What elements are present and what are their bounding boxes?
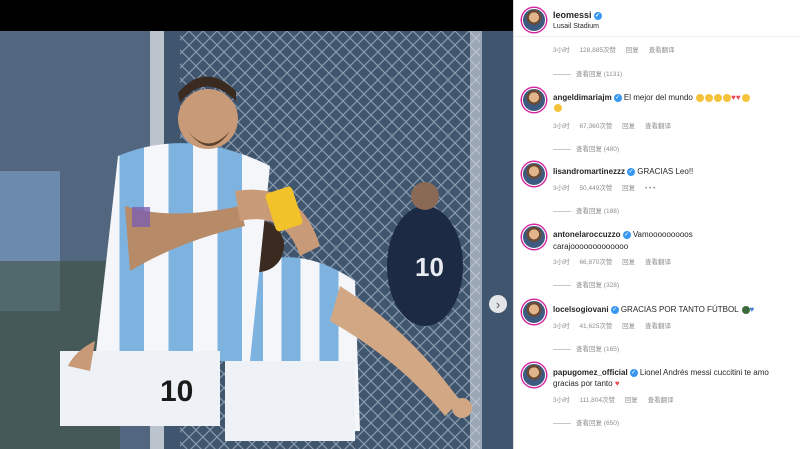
svg-text:10: 10	[160, 375, 193, 408]
view-replies-button[interactable]: 查看回复 (188)	[553, 205, 619, 215]
verified-badge-icon: ✓	[622, 230, 631, 239]
translate-button[interactable]: 查看翻译	[648, 397, 674, 404]
author-username[interactable]: leomessi	[553, 10, 592, 20]
reply-button[interactable]: 回复	[625, 397, 638, 404]
view-replies-button[interactable]: 查看回复 (328)	[553, 279, 619, 289]
comments-panel: leomessi ✓ Lusail Stadium 3小时 128,885次赞 回…	[514, 0, 800, 449]
verified-badge-icon: ✓	[629, 368, 638, 377]
comment-meta: 3小时 41,625次赞 回复 查看翻译	[553, 320, 679, 330]
post-time: 3小时	[553, 47, 570, 54]
view-replies-button[interactable]: 查看回复 (165)	[553, 343, 619, 353]
emoji-sequence: ♥	[741, 305, 754, 314]
verified-badge-icon: ✓	[613, 93, 622, 102]
comment-username[interactable]: papugomez_official	[553, 368, 628, 377]
comment-time: 3小时	[553, 185, 570, 192]
comment-meta: 3小时 50,449次赞 回复 • • •	[553, 182, 663, 192]
top-black-bar	[0, 0, 513, 31]
comment-avatar[interactable]	[522, 300, 546, 324]
comment-time: 3小时	[553, 397, 570, 404]
comment-time: 3小时	[553, 259, 570, 266]
view-replies-button[interactable]: 查看回复 (650)	[553, 417, 619, 427]
comment-time: 3小时	[553, 323, 570, 330]
comment-username[interactable]: locelsogiovani	[553, 305, 609, 314]
chevron-right-icon: ›	[495, 296, 501, 312]
post-header: leomessi ✓ Lusail Stadium	[514, 0, 800, 37]
translate-button[interactable]: 查看翻译	[645, 323, 671, 330]
comment-body: Vamooooooooos	[632, 230, 693, 239]
comment-avatar[interactable]	[522, 162, 546, 186]
comment-body: El mejor del mundo	[623, 93, 693, 102]
comment-body-continued: gracias por tanto	[553, 379, 613, 388]
comment-text: locelsogiovani ✓ GRACIAS POR TANTO FÚTBOL…	[553, 305, 754, 314]
comment-avatar[interactable]	[522, 363, 546, 387]
reply-button[interactable]: 回复	[626, 47, 639, 54]
comment-username[interactable]: antonelaroccuzzo	[553, 230, 621, 239]
comment-text: angeldimariajm ✓ El mejor del mundo ♥♥	[553, 93, 750, 102]
emoji-sequence: ♥♥	[695, 93, 750, 102]
comment-likes[interactable]: 50,449次赞	[579, 185, 612, 192]
comment-likes[interactable]: 67,360次赞	[579, 123, 612, 130]
translate-button[interactable]: 查看翻译	[649, 47, 675, 54]
comment-meta: 3小时 67,360次赞 回复 查看翻译	[553, 120, 679, 130]
comment-username[interactable]: angeldimariajm	[553, 93, 612, 102]
verified-badge-icon: ✓	[627, 167, 636, 176]
post-location[interactable]: Lusail Stadium	[553, 23, 599, 30]
emoji-continuation	[553, 103, 562, 112]
reply-button[interactable]: 回复	[622, 123, 635, 130]
reply-button[interactable]: 回复	[622, 185, 635, 192]
svg-text:10: 10	[415, 252, 444, 282]
post-likes[interactable]: 128,885次赞	[579, 47, 616, 54]
more-options-icon[interactable]: • • •	[645, 185, 655, 192]
comment-text: papugomez_official ✓ Lionel Andrés messi …	[553, 368, 769, 377]
comment-avatar[interactable]	[522, 225, 546, 249]
comment-text: lisandromartinezzz ✓ GRACIAS Leo!!	[553, 167, 693, 176]
comment-avatar[interactable]	[522, 88, 546, 112]
comment-body-line2: carajooooooooooooo	[553, 242, 629, 251]
next-image-button[interactable]: ›	[489, 295, 507, 313]
translate-button[interactable]: 查看翻译	[645, 123, 671, 130]
author-username-row[interactable]: leomessi ✓	[553, 10, 602, 20]
celebration-photo: 10 10	[0, 31, 513, 449]
heart-icon: ♥	[614, 379, 620, 388]
comment-time: 3小时	[553, 123, 570, 130]
view-replies-button[interactable]: 查看回复 (480)	[553, 143, 619, 153]
comment-meta: 3小时 66,870次赞 回复 查看翻译	[553, 256, 679, 266]
comment-likes[interactable]: 41,625次赞	[579, 323, 612, 330]
reply-button[interactable]: 回复	[622, 259, 635, 266]
author-avatar[interactable]	[522, 8, 546, 32]
post-photo[interactable]: 10 10 ›	[0, 31, 513, 449]
reply-button[interactable]: 回复	[622, 323, 635, 330]
view-replies-button[interactable]: 查看回复 (1131)	[553, 68, 622, 78]
verified-badge-icon: ✓	[610, 305, 619, 314]
comment-body: GRACIAS Leo!!	[637, 167, 694, 176]
comment-body-line2: gracias por tanto ♥	[553, 379, 620, 388]
verified-badge-icon: ✓	[593, 11, 602, 20]
comment-text: antonelaroccuzzo ✓ Vamooooooooos	[553, 230, 693, 239]
comment-meta: 3小时 111,804次赞 回复 查看翻译	[553, 394, 682, 404]
comment-likes[interactable]: 111,804次赞	[579, 397, 615, 404]
comment-username[interactable]: lisandromartinezzz	[553, 167, 625, 176]
translate-button[interactable]: 查看翻译	[645, 259, 671, 266]
comment-likes[interactable]: 66,870次赞	[579, 259, 612, 266]
comment-body: Lionel Andrés messi cuccitini te amo	[639, 368, 769, 377]
comment-body: GRACIAS POR TANTO FÚTBOL	[620, 305, 739, 314]
post-meta: 3小时 128,885次赞 回复 查看翻译	[553, 44, 683, 54]
